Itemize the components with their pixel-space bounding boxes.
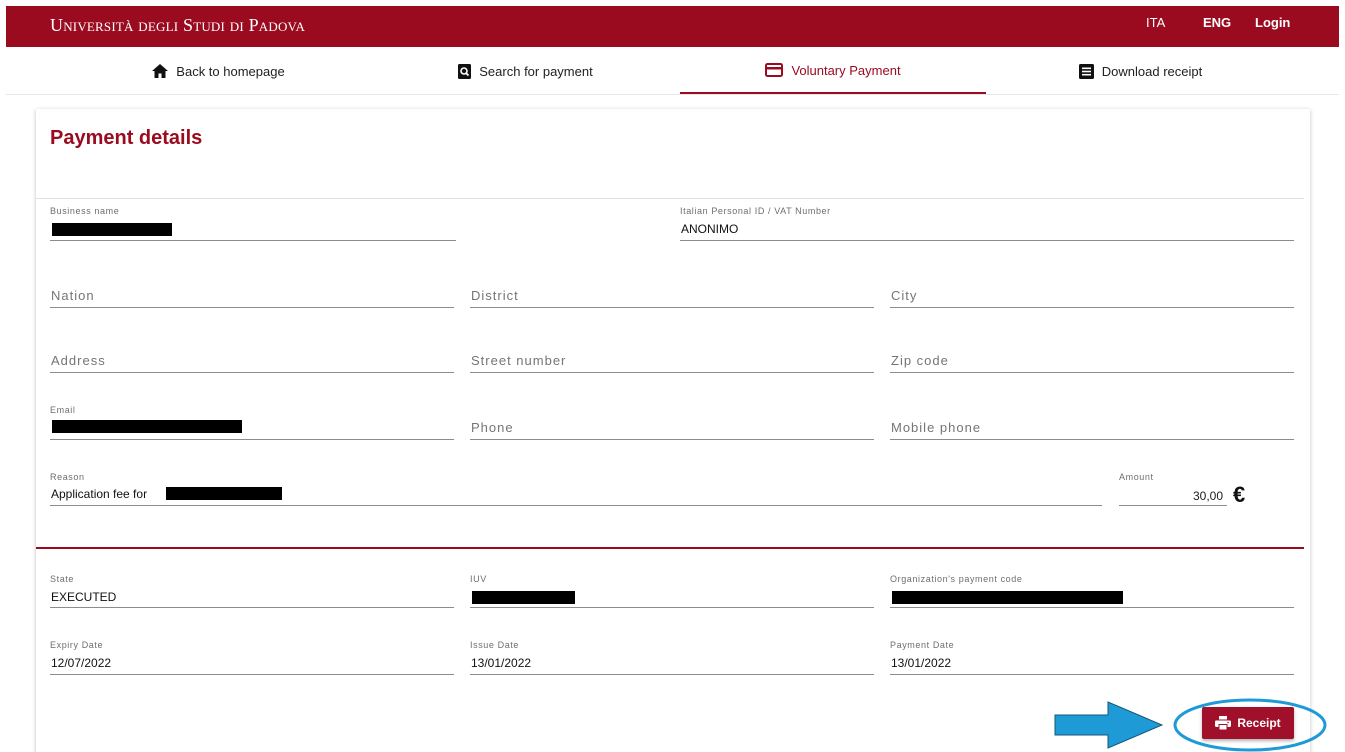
redacted-value — [166, 487, 282, 500]
amount-label: Amount — [1119, 472, 1154, 482]
business-name-label: Business name — [50, 206, 120, 216]
phone-field[interactable]: Phone — [470, 417, 874, 440]
language-eng-link[interactable]: ENG — [1203, 15, 1231, 30]
payment-date-field: Payment Date 13/01/2022 — [890, 640, 1294, 675]
redacted-value — [52, 223, 172, 236]
issue-date-value: 13/01/2022 — [471, 656, 532, 670]
payment-details-card: Payment details Business name Italian Pe… — [36, 109, 1310, 752]
personal-id-field[interactable]: Italian Personal ID / VAT Number ANONIMO — [680, 205, 1294, 241]
issue-date-label: Issue Date — [470, 640, 520, 650]
personal-id-label: Italian Personal ID / VAT Number — [680, 206, 831, 216]
district-placeholder: District — [471, 288, 519, 303]
payment-date-value: 13/01/2022 — [891, 656, 952, 670]
university-brand[interactable]: Università degli Studi di Padova — [50, 15, 305, 36]
login-link[interactable]: Login — [1255, 15, 1290, 30]
highlight-circle — [1173, 698, 1327, 752]
page-title: Payment details — [50, 127, 203, 149]
state-value: EXECUTED — [51, 590, 117, 604]
email-field[interactable]: Email — [50, 404, 454, 440]
receipt-list-icon — [1078, 63, 1094, 79]
reason-label: Reason — [50, 472, 85, 482]
address-placeholder: Address — [51, 353, 106, 368]
business-name-field[interactable]: Business name — [50, 205, 456, 241]
redacted-value — [52, 420, 242, 433]
org-payment-code-field: Organization's payment code — [890, 574, 1294, 608]
issue-date-field: Issue Date 13/01/2022 — [470, 640, 874, 675]
section-divider — [36, 547, 1304, 549]
expiry-date-field: Expiry Date 12/07/2022 — [50, 640, 454, 675]
tab-label: Back to homepage — [176, 63, 285, 79]
zip-code-field[interactable]: Zip code — [890, 351, 1294, 373]
expiry-date-label: Expiry Date — [50, 640, 104, 650]
zip-code-placeholder: Zip code — [891, 353, 949, 368]
nation-field[interactable]: Nation — [50, 285, 454, 308]
redacted-value — [892, 591, 1123, 604]
mobile-phone-field[interactable]: Mobile phone — [890, 417, 1294, 440]
city-field[interactable]: City — [890, 285, 1294, 308]
tab-label: Search for payment — [479, 63, 593, 79]
amount-value: 30,00 — [1192, 489, 1223, 503]
address-field[interactable]: Address — [50, 351, 454, 373]
reason-value: Application fee for — [51, 487, 148, 501]
tab-back-to-homepage[interactable]: Back to homepage — [66, 48, 371, 94]
tab-search-for-payment[interactable]: Search for payment — [373, 48, 678, 94]
mobile-phone-placeholder: Mobile phone — [891, 420, 982, 435]
street-number-field[interactable]: Street number — [470, 351, 874, 373]
email-label: Email — [50, 405, 76, 415]
language-ita-link[interactable]: ITA — [1146, 15, 1165, 30]
nation-placeholder: Nation — [51, 288, 95, 303]
payment-date-label: Payment Date — [890, 640, 955, 650]
iuv-label: IUV — [470, 574, 487, 584]
top-bar: Università degli Studi di Padova ITA ENG… — [6, 6, 1339, 47]
state-field: State EXECUTED — [50, 574, 454, 608]
tab-voluntary-payment[interactable]: Voluntary Payment — [680, 48, 986, 94]
redacted-value — [472, 591, 575, 604]
state-label: State — [50, 574, 75, 584]
annotation-overlay — [1054, 698, 1327, 752]
tab-label: Download receipt — [1101, 63, 1203, 79]
expiry-date-value: 12/07/2022 — [51, 656, 112, 670]
iuv-field: IUV — [470, 574, 874, 608]
divider — [36, 198, 1304, 199]
home-icon — [152, 64, 169, 78]
personal-id-value: ANONIMO — [681, 222, 739, 236]
phone-placeholder: Phone — [471, 420, 514, 435]
search-document-icon — [458, 63, 472, 79]
district-field[interactable]: District — [470, 285, 874, 308]
credit-card-icon — [765, 63, 784, 77]
tab-download-receipt[interactable]: Download receipt — [988, 48, 1293, 94]
tab-label: Voluntary Payment — [791, 62, 901, 78]
euro-symbol: € — [1233, 482, 1246, 507]
blue-arrow-icon — [1054, 701, 1164, 749]
city-placeholder: City — [891, 288, 918, 303]
main-nav: Back to homepage Search for payment Volu… — [6, 48, 1339, 95]
amount-field[interactable]: Amount 30,00 — [1119, 471, 1227, 506]
reason-field[interactable]: Reason Application fee for — [50, 471, 1102, 506]
org-payment-code-label: Organization's payment code — [890, 574, 1023, 584]
street-number-placeholder: Street number — [471, 353, 567, 368]
